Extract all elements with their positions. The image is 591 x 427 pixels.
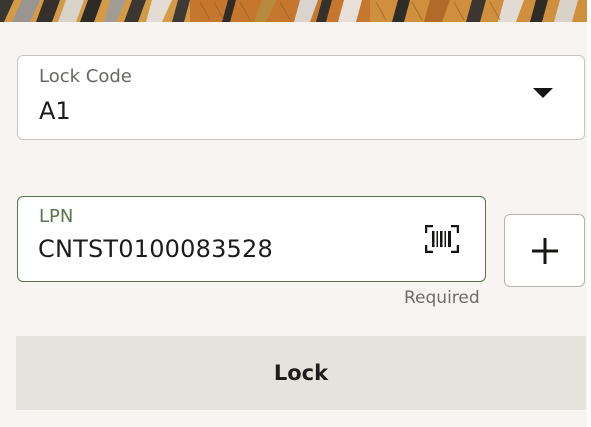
lock-code-select[interactable]: Lock Code A1 xyxy=(17,55,585,140)
lock-lpn-screen: Lock Code A1 LPN CNTST0100083528 Require… xyxy=(0,0,591,427)
lpn-label: LPN xyxy=(39,206,74,227)
lpn-required-hint: Required xyxy=(404,288,480,308)
chevron-down-icon[interactable] xyxy=(533,88,553,98)
lock-button[interactable]: Lock xyxy=(16,336,586,410)
decorative-pattern-icon xyxy=(0,0,591,22)
barcode-scan-icon[interactable] xyxy=(424,224,460,254)
header-banner-pattern xyxy=(0,0,591,22)
plus-icon xyxy=(532,238,558,264)
lpn-value[interactable]: CNTST0100083528 xyxy=(38,235,273,263)
right-edge xyxy=(587,0,591,427)
lpn-input[interactable]: LPN CNTST0100083528 xyxy=(17,196,486,282)
add-lpn-button[interactable] xyxy=(504,214,585,287)
lock-code-value: A1 xyxy=(39,97,71,125)
lock-button-label: Lock xyxy=(273,361,329,385)
lock-code-label: Lock Code xyxy=(39,66,132,87)
